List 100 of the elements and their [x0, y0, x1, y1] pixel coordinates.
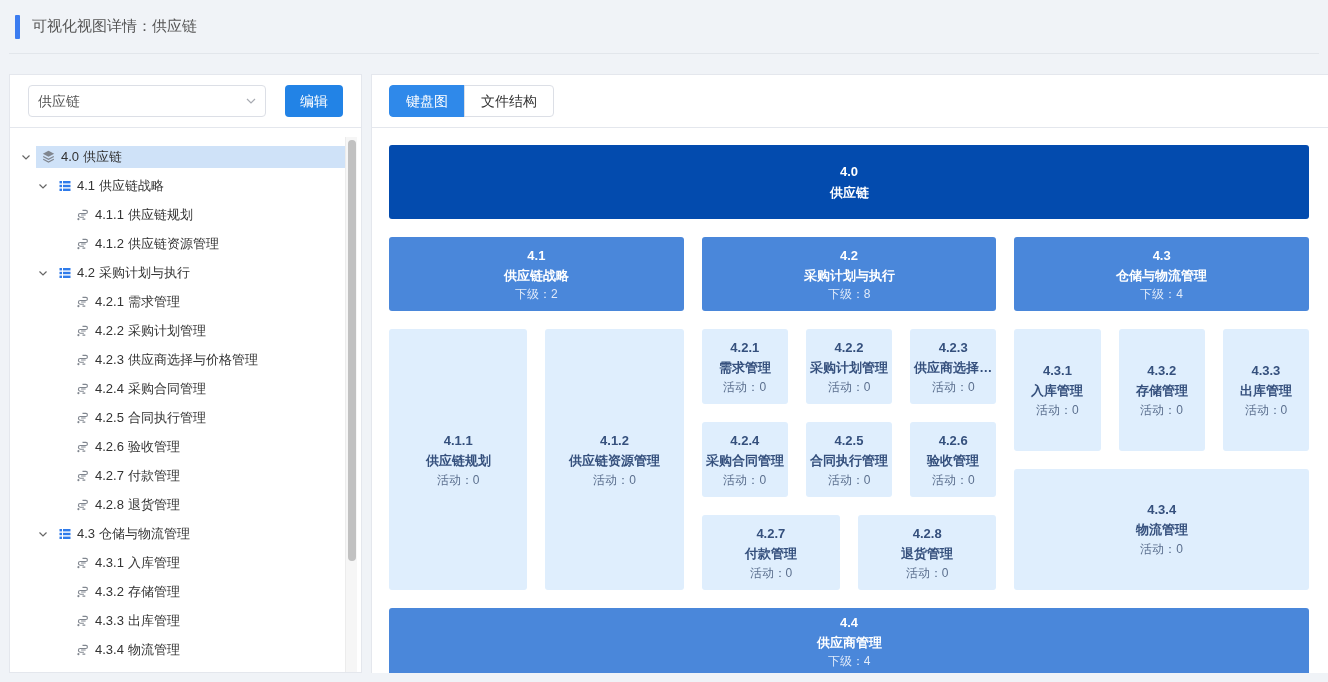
category-tile[interactable]: 4.2 采购计划与执行 下级：8: [701, 237, 997, 311]
tree-item[interactable]: 4.2.3 供应商选择与价格管理: [70, 348, 345, 371]
flow-icon: [76, 585, 89, 598]
page-title: 可视化视图详情：供应链: [32, 16, 197, 37]
list-icon: [59, 527, 71, 540]
tile-code: 4.2.2: [834, 338, 864, 357]
activity-count: 活动：0: [1140, 541, 1183, 559]
flow-icon: [76, 440, 89, 453]
list-icon: [59, 266, 71, 279]
tile-title: 需求管理: [718, 358, 771, 377]
tile-title: 退货管理: [901, 544, 954, 563]
flow-icon: [76, 643, 89, 656]
tile-title: 供应商选择…: [914, 358, 993, 377]
child-count: 下级：4: [827, 652, 871, 669]
flow-icon: [76, 382, 89, 395]
process-tile[interactable]: 4.2.2 采购计划管理 活动：0: [805, 329, 893, 404]
process-tile[interactable]: 4.2.6 验收管理 活动：0: [910, 422, 997, 497]
tree-item[interactable]: 4.2.8 退货管理: [70, 493, 345, 516]
tile-code: 4.2.8: [912, 524, 942, 543]
tile-title: 入库管理: [1031, 381, 1084, 400]
view-tab[interactable]: 键盘图: [389, 85, 465, 117]
tree-item[interactable]: 4.3.4 物流管理: [70, 638, 345, 661]
flow-icon: [76, 498, 89, 511]
activity-count: 活动：0: [749, 564, 793, 582]
tile-code: 4.0: [839, 163, 859, 181]
process-tile[interactable]: 4.2.8 退货管理 活动：0: [858, 515, 997, 590]
tile-title: 供应链: [829, 184, 869, 202]
tree-item[interactable]: 4.3.3 出库管理: [70, 609, 345, 632]
child-count: 下级：2: [515, 286, 558, 302]
process-tile[interactable]: 4.1.2 供应链资源管理 活动：0: [545, 329, 684, 590]
view-tab[interactable]: 文件结构: [464, 85, 554, 117]
activity-count: 活动：0: [593, 471, 636, 489]
process-tile[interactable]: 4.3.4 物流管理 活动：0: [1014, 468, 1309, 590]
process-tile[interactable]: 4.2.3 供应商选择… 活动：0: [910, 329, 997, 404]
tile-code: 4.2.4: [730, 431, 760, 450]
tree-item[interactable]: 4.2.2 采购计划管理: [70, 319, 345, 342]
tile-title: 物流管理: [1135, 521, 1188, 540]
tree-item[interactable]: 4.2.1 需求管理: [70, 290, 345, 313]
scrollbar[interactable]: [345, 137, 357, 672]
process-tile[interactable]: 4.3.2 存储管理 活动：0: [1118, 329, 1205, 451]
tree-item[interactable]: 4.0 供应链: [36, 145, 345, 168]
process-tile[interactable]: 4.3.1 入库管理 活动：0: [1014, 329, 1101, 451]
activity-count: 活动：0: [436, 471, 480, 489]
tile-code: 4.3.3: [1251, 361, 1281, 380]
select-field[interactable]: 供应链: [28, 85, 266, 117]
tile-title: 供应链资源管理: [569, 451, 660, 470]
flow-icon: [76, 469, 89, 482]
tree-item[interactable]: 4.1 供应链战略: [53, 174, 345, 197]
activity-count: 活动：0: [827, 471, 871, 489]
tile-title: 供应链规划: [425, 451, 491, 470]
tile-code: 4.1: [527, 247, 546, 265]
edit-button[interactable]: 编辑: [284, 85, 343, 117]
tile-title: 供应商管理: [816, 633, 882, 652]
tree-item[interactable]: 4.1.1 供应链规划: [70, 203, 345, 226]
process-tile[interactable]: 4.2.7 付款管理 活动：0: [701, 515, 840, 590]
tree-item[interactable]: 4.3 仓储与物流管理: [53, 522, 345, 545]
tile-title: 采购计划与执行: [803, 267, 895, 285]
activity-count: 活动：0: [1036, 401, 1079, 419]
flow-icon: [76, 295, 89, 308]
process-tile[interactable]: 4.1.1 供应链规划 活动：0: [389, 329, 528, 590]
chevron-down-icon: [245, 98, 256, 104]
scrollbar-thumb[interactable]: [348, 140, 356, 561]
title-accent-bar: [15, 14, 20, 39]
tree-item[interactable]: 4.2 采购计划与执行: [53, 261, 345, 284]
process-tile[interactable]: 4.2.4 采购合同管理 活动：0: [701, 422, 788, 497]
tree-item[interactable]: 4.3.2 存储管理: [70, 580, 345, 603]
activity-count: 活动：0: [931, 378, 975, 396]
process-tile[interactable]: 4.3.3 出库管理 活动：0: [1222, 329, 1309, 451]
tile-code: 4.3.4: [1147, 501, 1177, 520]
category-tile[interactable]: 4.1 供应链战略 下级：2: [389, 237, 684, 311]
tree-item[interactable]: 4.2.7 付款管理: [70, 464, 345, 487]
flow-icon: [76, 353, 89, 366]
category-tile[interactable]: 4.0 供应链: [389, 145, 1309, 219]
tree-item[interactable]: 4.2.5 合同执行管理: [70, 406, 345, 429]
tile-code: 4.1.1: [443, 431, 473, 450]
process-tile[interactable]: 4.2.5 合同执行管理 活动：0: [805, 422, 893, 497]
tree-item[interactable]: 4.2.4 采购合同管理: [70, 377, 345, 400]
activity-count: 活动：0: [905, 564, 949, 582]
tile-title: 出库管理: [1239, 381, 1292, 400]
tile-title: 采购合同管理: [705, 451, 784, 470]
category-tile[interactable]: 4.3 仓储与物流管理 下级：4: [1014, 237, 1309, 311]
tile-title: 付款管理: [744, 544, 797, 563]
activity-count: 活动：0: [931, 471, 975, 489]
process-tile[interactable]: 4.2.1 需求管理 活动：0: [701, 329, 788, 404]
tile-code: 4.3.2: [1147, 361, 1177, 380]
tile-title: 供应链战略: [503, 267, 569, 285]
flow-icon: [76, 208, 89, 221]
tree-item[interactable]: 4.1.2 供应链资源管理: [70, 232, 345, 255]
activity-count: 活动：0: [1140, 401, 1183, 419]
child-count: 下级：4: [1140, 286, 1183, 302]
tile-title: 存储管理: [1135, 381, 1188, 400]
tree-item[interactable]: 4.3.1 入库管理: [70, 551, 345, 574]
activity-count: 活动：0: [723, 378, 767, 396]
tree-item[interactable]: 4.2.6 验收管理: [70, 435, 345, 458]
tile-code: 4.2.5: [834, 431, 864, 450]
category-tile[interactable]: 4.4 供应商管理 下级：4: [389, 608, 1309, 673]
tile-code: 4.3: [1152, 247, 1171, 265]
tile-code: 4.2: [839, 247, 859, 265]
list-icon: [59, 179, 71, 192]
tile-title: 合同执行管理: [810, 451, 888, 470]
